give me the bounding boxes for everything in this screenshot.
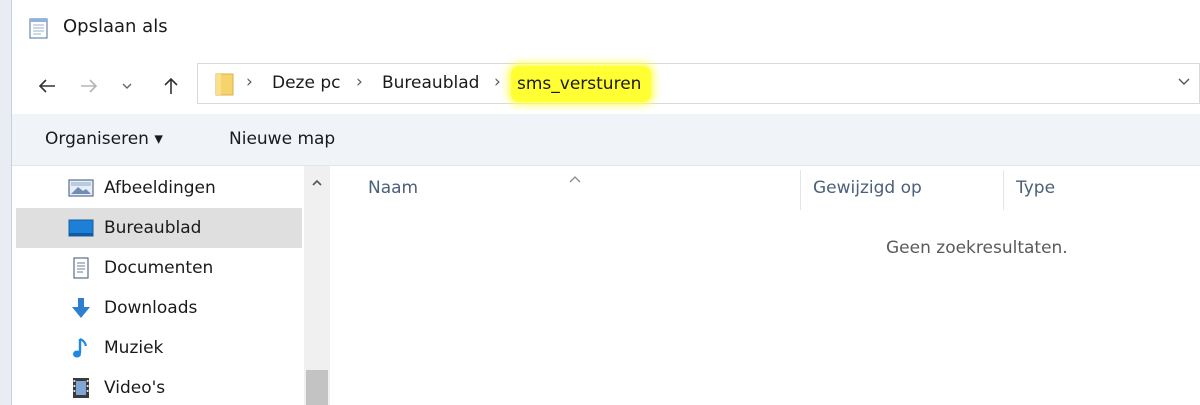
sidebar-item-label: Downloads [104,298,198,318]
file-list: Naam Gewijzigd op Type Geen zoekresultat… [330,166,1200,405]
sidebar-item-label: Documenten [104,258,214,278]
sidebar-item-bureaublad[interactable]: Bureaublad [16,208,302,248]
title-bar: Opslaan als [12,0,1200,54]
column-header-name[interactable]: Naam [368,178,418,198]
desktop-icon [68,216,94,240]
arrow-right-icon[interactable] [74,71,104,101]
breadcrumb-separator: › [356,72,363,92]
address-bar[interactable]: › Deze pc › Bureaublad › sms_versturen [197,63,1200,104]
sidebar-item-muziek[interactable]: Muziek [16,328,302,368]
new-folder-button[interactable]: Nieuwe map [229,129,335,149]
window-title: Opslaan als [63,16,168,37]
window-left-edge [0,0,12,405]
breadcrumb-current-folder[interactable]: sms_versturen [511,66,652,102]
videos-icon [68,376,94,400]
sidebar-item-downloads[interactable]: Downloads [16,288,302,328]
column-divider[interactable] [800,170,801,210]
sort-ascending-icon [568,168,582,187]
address-dropdown-icon[interactable] [1177,74,1191,90]
sidebar-item-label: Video's [104,378,166,398]
empty-results-message: Geen zoekresultaten. [886,238,1068,258]
breadcrumb-bureaublad[interactable]: Bureaublad [382,73,479,93]
downloads-icon [68,296,94,320]
scrollbar-thumb[interactable] [306,370,328,405]
command-toolbar: Organiseren ▾ Nieuwe map [12,114,1200,166]
navigation-bar: › Deze pc › Bureaublad › sms_versturen [12,54,1200,114]
folder-icon [215,72,234,97]
documents-icon [68,256,94,280]
column-divider[interactable] [1003,170,1004,210]
chevron-down-icon[interactable] [115,71,139,101]
sidebar-item-afbeeldingen[interactable]: Afbeeldingen [16,168,302,208]
pictures-icon [68,176,94,200]
breadcrumb-separator: › [246,72,253,92]
column-header-modified[interactable]: Gewijzigd op [813,178,922,198]
organize-button[interactable]: Organiseren ▾ [45,129,163,149]
column-header-type[interactable]: Type [1016,178,1055,198]
breadcrumb-deze-pc[interactable]: Deze pc [272,73,340,93]
navigation-pane: Afbeeldingen Bureaublad Documenten Downl… [12,166,330,405]
arrow-left-icon[interactable] [32,71,62,101]
sidebar-item-label: Muziek [104,338,164,358]
sidebar-item-videos[interactable]: Video's [16,368,302,405]
sidebar-item-documenten[interactable]: Documenten [16,248,302,288]
sidebar-item-label: Bureaublad [104,218,202,238]
scroll-up-icon[interactable] [304,176,330,191]
breadcrumb-separator: › [494,72,501,92]
music-icon [68,336,94,360]
sidebar-item-label: Afbeeldingen [104,178,216,198]
sidebar-scrollbar[interactable] [304,166,330,405]
arrow-up-icon[interactable] [156,71,186,101]
notepad-icon [28,17,50,39]
